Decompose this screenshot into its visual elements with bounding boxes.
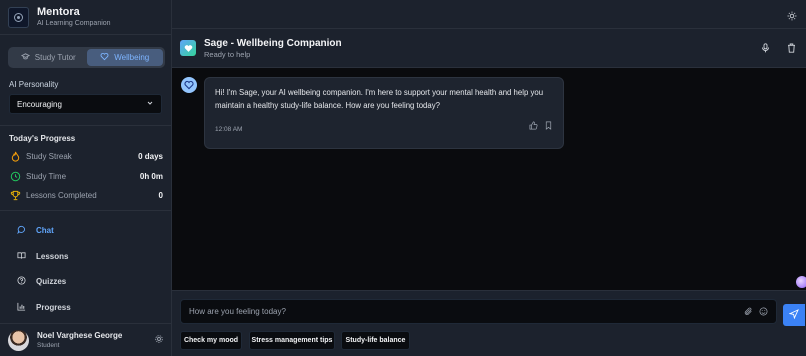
nav-label: Lessons (36, 251, 69, 261)
personality-selected-value: Encouraging (17, 99, 62, 109)
sage-heart-icon (180, 40, 196, 56)
user-profile: Noel Varghese George Student (0, 323, 172, 356)
nav-item-lessons[interactable]: Lessons (17, 249, 68, 263)
bookmark-icon[interactable] (544, 117, 553, 135)
stat-value: 0 (158, 190, 163, 200)
top-bar (172, 0, 806, 29)
stat-lessons-completed: Lessons Completed 0 (9, 189, 163, 201)
nav-label: Chat (36, 225, 54, 235)
message-input[interactable] (189, 307, 738, 316)
help-circle-icon (17, 275, 26, 287)
thumbs-up-icon[interactable] (529, 117, 538, 135)
stat-label: Study Streak (26, 151, 72, 161)
stat-label: Lessons Completed (26, 190, 97, 200)
quick-reply-stress-tips[interactable]: Stress management tips (249, 331, 335, 350)
sun-icon[interactable] (787, 8, 797, 26)
brand: Mentora AI Learning Companion (0, 0, 171, 35)
composer: Check my mood Stress management tips Stu… (172, 290, 806, 356)
quick-reply-study-life-balance[interactable]: Study-life balance (341, 331, 410, 350)
chat-header: Sage - Wellbeing Companion Ready to help (172, 29, 806, 68)
study-tutor-label: Study Tutor (34, 53, 76, 62)
trophy-icon (9, 189, 21, 201)
gear-icon[interactable] (154, 331, 164, 349)
send-button[interactable] (783, 304, 805, 326)
wellbeing-label: Wellbeing (114, 53, 150, 62)
graduation-cap-icon (20, 52, 30, 63)
paperclip-icon[interactable] (744, 303, 753, 321)
personality-select[interactable]: Encouraging (9, 94, 162, 114)
message-actions (529, 117, 553, 135)
assistant-heart-icon (181, 77, 197, 93)
clock-icon (9, 170, 21, 182)
stat-value: 0h 0m (139, 171, 163, 181)
mode-toggle: Study Tutor Wellbeing (8, 47, 165, 68)
main-panel: Sage - Wellbeing Companion Ready to help… (172, 0, 806, 356)
trash-icon[interactable] (784, 41, 798, 55)
smiley-icon[interactable] (759, 303, 768, 321)
study-tutor-mode-button[interactable]: Study Tutor (10, 49, 87, 66)
nav-item-chat[interactable]: Chat (17, 223, 54, 237)
app-title: Mentora (37, 6, 80, 18)
sidebar-divider (0, 125, 172, 126)
stat-value: 0 days (138, 151, 163, 161)
user-name: Noel Varghese George (37, 330, 123, 340)
message-input-container (180, 299, 777, 324)
stat-study-streak: Study Streak 0 days (9, 150, 163, 162)
nav-label: Quizzes (36, 276, 67, 286)
app-root: Mentora AI Learning Companion Study Tuto… (0, 0, 806, 356)
floating-assistant-bubble[interactable] (796, 276, 806, 288)
flame-icon (9, 150, 21, 162)
progress-title: Today's Progress (9, 134, 76, 143)
quick-reply-check-mood[interactable]: Check my mood (180, 331, 242, 350)
app-logo (8, 6, 29, 28)
message-text: Hi! I'm Sage, your AI wellbeing companio… (215, 88, 544, 110)
book-icon (17, 251, 26, 262)
user-role: Student (37, 341, 60, 349)
microphone-icon[interactable] (758, 41, 772, 55)
stat-study-time: Study Time 0h 0m (9, 170, 163, 182)
nav-label: Progress (36, 302, 71, 312)
sidebar-divider (0, 210, 172, 211)
nav-item-quizzes[interactable]: Quizzes (17, 274, 66, 288)
heart-icon (100, 52, 109, 63)
stat-label: Study Time (26, 171, 67, 181)
send-icon (788, 306, 799, 324)
avatar[interactable] (8, 329, 29, 351)
chat-messages: Hi! I'm Sage, your AI wellbeing companio… (172, 68, 806, 290)
chat-bubble-icon (17, 225, 26, 236)
nav-item-progress[interactable]: Progress (17, 300, 71, 314)
chevron-down-icon (146, 99, 154, 109)
chat-status: Ready to help (204, 49, 251, 59)
message-timestamp: 12:08 AM (215, 126, 243, 133)
app-tagline: AI Learning Companion (37, 20, 111, 27)
sidebar: Mentora AI Learning Companion Study Tuto… (0, 0, 172, 356)
assistant-message: Hi! I'm Sage, your AI wellbeing companio… (204, 77, 564, 149)
chat-title: Sage - Wellbeing Companion (204, 37, 342, 49)
personality-label: AI Personality (9, 80, 59, 89)
wellbeing-mode-button[interactable]: Wellbeing (86, 49, 163, 66)
bar-chart-icon (17, 302, 26, 313)
